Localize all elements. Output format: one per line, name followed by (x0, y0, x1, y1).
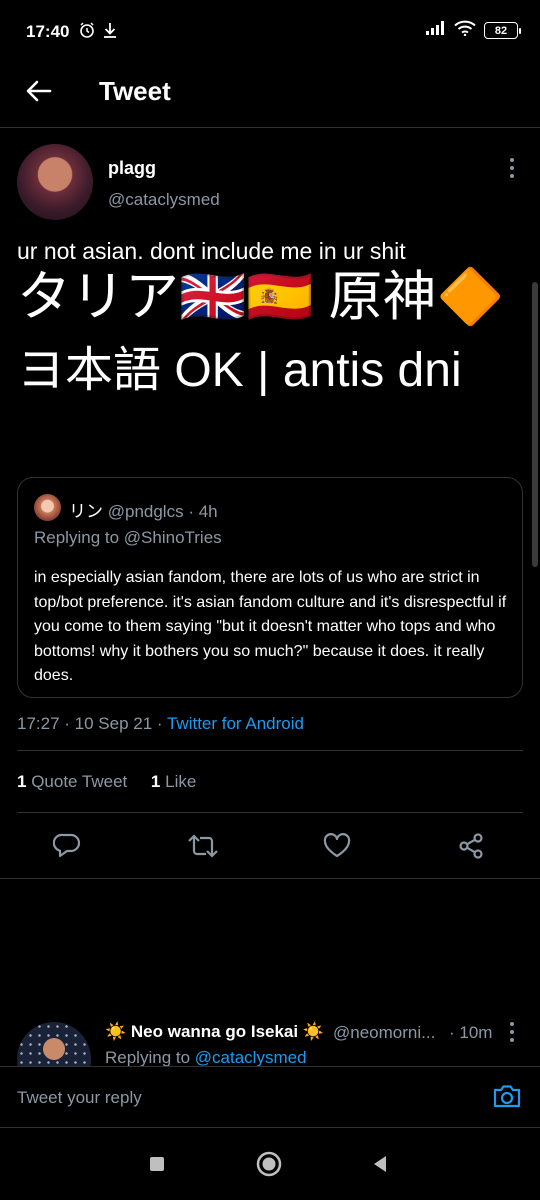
back-triangle-icon (371, 1154, 389, 1179)
quote-avatar (34, 494, 61, 521)
signal-icon (426, 21, 446, 40)
quote-header: リン @pndglcs · 4h (69, 497, 218, 522)
retweet-button[interactable] (183, 828, 223, 868)
scrollbar[interactable] (532, 282, 538, 567)
reply-replying-prefix: Replying to (105, 1048, 195, 1066)
status-left-icons (78, 21, 118, 44)
quote-replying-prefix: Replying to (34, 528, 124, 547)
quote-count: 1 (17, 772, 27, 791)
author-handle[interactable]: @cataclysmed (108, 190, 220, 210)
home-button[interactable] (251, 1148, 287, 1184)
quote-author-name: リン (69, 502, 103, 521)
reply-composer (0, 1066, 540, 1128)
like-stat[interactable]: 1 Like (151, 772, 196, 791)
status-bar: 17:40 82 (0, 0, 540, 62)
more-dot (510, 166, 514, 170)
more-dot (510, 158, 514, 162)
reply-avatar[interactable] (17, 1022, 91, 1066)
status-time: 17:40 (26, 22, 70, 41)
camera-icon (492, 1083, 522, 1114)
back-button[interactable] (22, 76, 56, 110)
divider (17, 812, 523, 813)
share-button[interactable] (451, 828, 491, 868)
more-dot (510, 1022, 514, 1026)
tweet-stats: 1 Quote Tweet 1 Like (17, 772, 196, 792)
media-text-line2: ヨ本語 OK | antis dni (17, 344, 462, 397)
download-icon (102, 21, 118, 44)
tweet-timestamp: 17:27 · 10 Sep 21 · Twitter for Android (17, 714, 304, 734)
status-right-icons: 82 (426, 20, 521, 41)
quote-replying-mention: @ShinoTries (123, 528, 222, 547)
reply-input[interactable] (17, 1085, 457, 1111)
reply-more-options-button[interactable] (506, 1022, 518, 1042)
reply-replying-to: Replying to @cataclysmed (105, 1048, 307, 1066)
timestamp-text: 17:27 · 10 Sep 21 · (17, 714, 167, 733)
author-name[interactable]: plagg (108, 158, 156, 179)
media-text-line1: タリア🇬🇧🇪🇸 原神🔶 (17, 267, 504, 327)
quoted-tweet[interactable]: リン @pndglcs · 4h Replying to @ShinoTries… (17, 477, 523, 698)
tweet-source-link[interactable]: Twitter for Android (167, 714, 304, 733)
home-circle-icon (255, 1150, 283, 1183)
reply-author-handle[interactable]: @neomorni... (333, 1023, 435, 1043)
wifi-icon (454, 20, 476, 41)
like-count: 1 (150, 772, 161, 791)
author-avatar[interactable] (17, 144, 93, 220)
reply-author-name[interactable]: ☀️ Neo wanna go Isekai ☀️ (105, 1022, 324, 1042)
quote-label: Quote Tweet (31, 772, 128, 791)
quote-time: · 4h (188, 502, 218, 521)
more-dot (510, 1030, 514, 1034)
quote-text: in especially asian fandom, there are lo… (34, 569, 507, 684)
more-dot (510, 1038, 514, 1042)
retweet-icon (187, 833, 219, 864)
alarm-icon (78, 21, 96, 44)
like-label: Like (165, 772, 197, 791)
camera-button[interactable] (491, 1083, 523, 1113)
quote-replying-to: Replying to @ShinoTries (34, 528, 222, 548)
divider (0, 878, 540, 879)
tweet-actions-bar (0, 822, 540, 878)
top-app-bar: Tweet (0, 62, 540, 128)
divider (17, 750, 523, 751)
tweet-media-image[interactable]: タリア🇬🇧🇪🇸 原神🔶 ヨ本語 OK | antis dni (0, 252, 540, 462)
reply-button[interactable] (47, 828, 87, 868)
system-nav-bar (0, 1128, 540, 1200)
share-icon (457, 832, 485, 865)
more-dot (510, 174, 514, 178)
reply-tweet[interactable]: ☀️ Neo wanna go Isekai ☀️ @neomorni... ·… (0, 1008, 540, 1066)
quote-author-handle: @pndglcs (107, 502, 184, 521)
system-back-button[interactable] (362, 1148, 398, 1184)
recents-button[interactable] (139, 1148, 175, 1184)
arrow-left-icon (26, 80, 52, 107)
like-button[interactable] (317, 828, 357, 868)
page-title: Tweet (99, 76, 171, 106)
reply-time: · 10m (449, 1023, 493, 1042)
recents-square-icon (148, 1155, 166, 1178)
quote-tweet-stat[interactable]: 1 Quote Tweet (17, 772, 127, 791)
like-icon (323, 832, 351, 864)
more-options-button[interactable] (506, 156, 518, 180)
reply-icon (52, 833, 81, 864)
reply-replying-mention[interactable]: @cataclysmed (195, 1048, 307, 1066)
battery-icon: 82 (484, 22, 521, 39)
